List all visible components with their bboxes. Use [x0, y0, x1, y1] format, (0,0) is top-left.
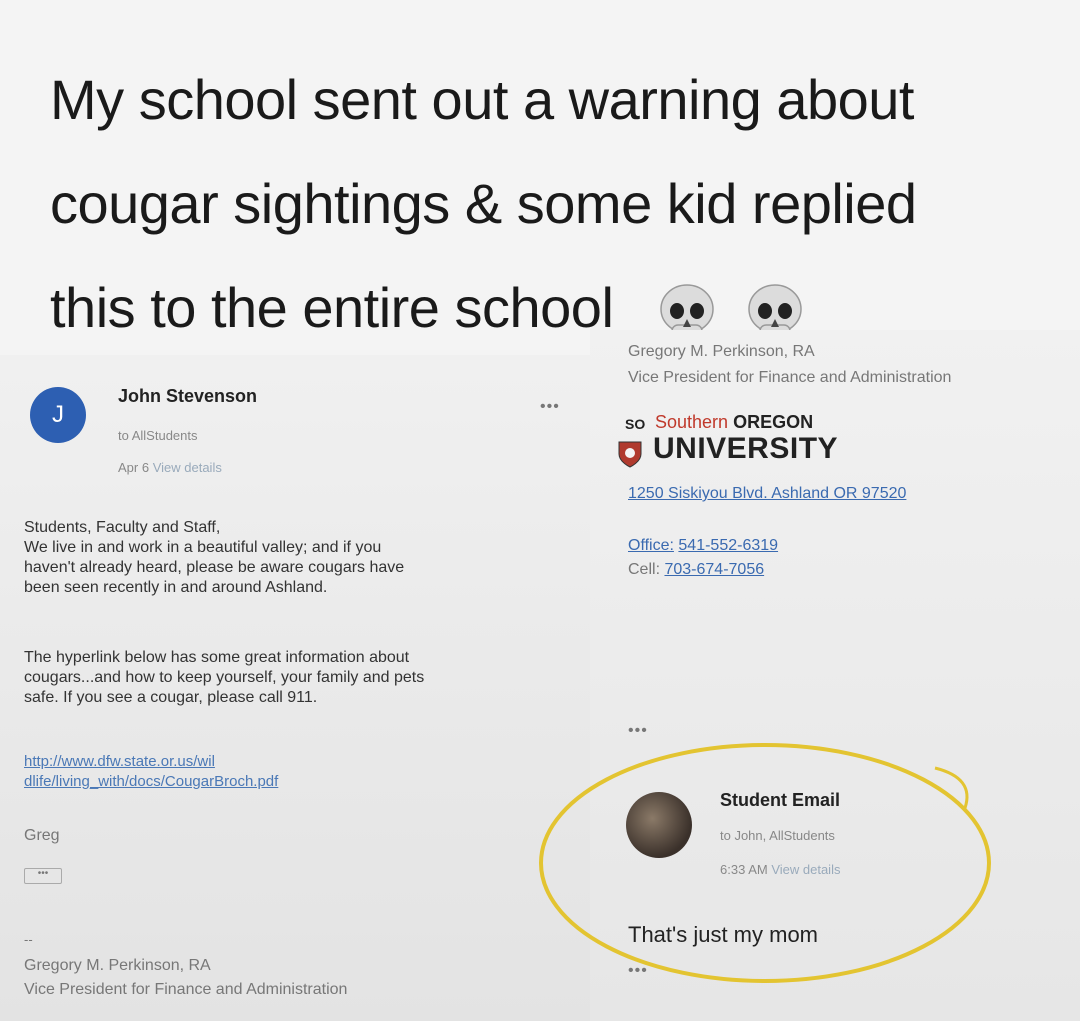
cell-phone-row: Cell: 703-674-7056 — [628, 558, 764, 582]
signature-name: Gregory M. Perkinson, RA — [628, 343, 815, 360]
headline-line-1: My school sent out a warning about — [50, 68, 914, 131]
signoff: Greg — [24, 827, 60, 844]
body-line: The hyperlink below has some great infor… — [24, 649, 410, 666]
view-details-link[interactable]: View details — [153, 460, 222, 475]
office-phone-row: Office: 541-552-6319 — [628, 534, 778, 558]
sender-name: John Stevenson — [118, 386, 258, 406]
avatar[interactable] — [626, 792, 692, 858]
body-line: Students, Faculty and Staff, — [24, 519, 221, 536]
logo-badge: SO — [625, 416, 646, 432]
show-trimmed-content-button[interactable]: ••• — [24, 868, 62, 884]
reply-sender-name: Student Email — [720, 790, 841, 810]
email-body-paragraph-1: Students, Faculty and Staff, We live in … — [24, 518, 404, 598]
logo-university: UNIVERSITY — [653, 432, 839, 465]
headline-line-2: cougar sightings & some kid replied — [50, 172, 917, 235]
logo-line-1: Southern OREGON — [655, 412, 813, 433]
email-date: Apr 6 — [118, 460, 150, 475]
email-date-row: Apr 6 View details — [118, 460, 222, 475]
reply-time-row: 6:33 AM View details — [720, 862, 840, 877]
address-link[interactable]: 1250 Siskiyou Blvd. Ashland OR 97520 — [628, 482, 906, 506]
headline-line-3-text: this to the entire school — [50, 276, 614, 339]
office-label[interactable]: Office: — [628, 537, 674, 554]
office-number[interactable]: 541-552-6319 — [678, 537, 778, 554]
cell-label: Cell: — [628, 561, 661, 578]
email-body-paragraph-2: The hyperlink below has some great infor… — [24, 648, 424, 708]
reply-body: That's just my mom — [628, 922, 819, 947]
university-shield-icon — [618, 441, 642, 468]
signature-title: Vice President for Finance and Administr… — [24, 981, 348, 998]
headline-text: My school sent out a warning about couga… — [50, 48, 1080, 364]
signature-title: Vice President for Finance and Administr… — [628, 369, 952, 386]
show-trimmed-content-button[interactable]: ••• — [628, 962, 648, 980]
body-line: been seen recently in and around Ashland… — [24, 579, 328, 596]
reply-recipients[interactable]: to John, AllStudents — [720, 828, 835, 843]
university-logo: SO Southern OREGON UNIVERSITY — [615, 412, 875, 472]
body-line: safe. If you see a cougar, please call 9… — [24, 689, 318, 706]
signature-name: Gregory M. Perkinson, RA — [24, 957, 211, 974]
more-options-icon[interactable]: ••• — [540, 398, 560, 416]
body-line: haven't already heard, please be aware c… — [24, 559, 405, 576]
logo-southern: Southern — [655, 412, 729, 432]
view-details-link[interactable]: View details — [771, 862, 840, 877]
link-line[interactable]: http://www.dfw.state.or.us/wil — [24, 752, 278, 772]
body-line: cougars...and how to keep yourself, your… — [24, 669, 425, 686]
recipients[interactable]: to AllStudents — [118, 428, 198, 443]
logo-oregon: OREGON — [733, 412, 814, 432]
signature-separator: -- — [24, 932, 33, 947]
link-line[interactable]: dlife/living_with/docs/CougarBroch.pdf — [24, 772, 278, 792]
reply-time: 6:33 AM — [720, 862, 768, 877]
cougar-brochure-link[interactable]: http://www.dfw.state.or.us/wil dlife/liv… — [24, 752, 278, 792]
body-line: We live in and work in a beautiful valle… — [24, 539, 382, 556]
avatar[interactable]: J — [30, 387, 86, 443]
cell-number[interactable]: 703-674-7056 — [664, 561, 764, 578]
